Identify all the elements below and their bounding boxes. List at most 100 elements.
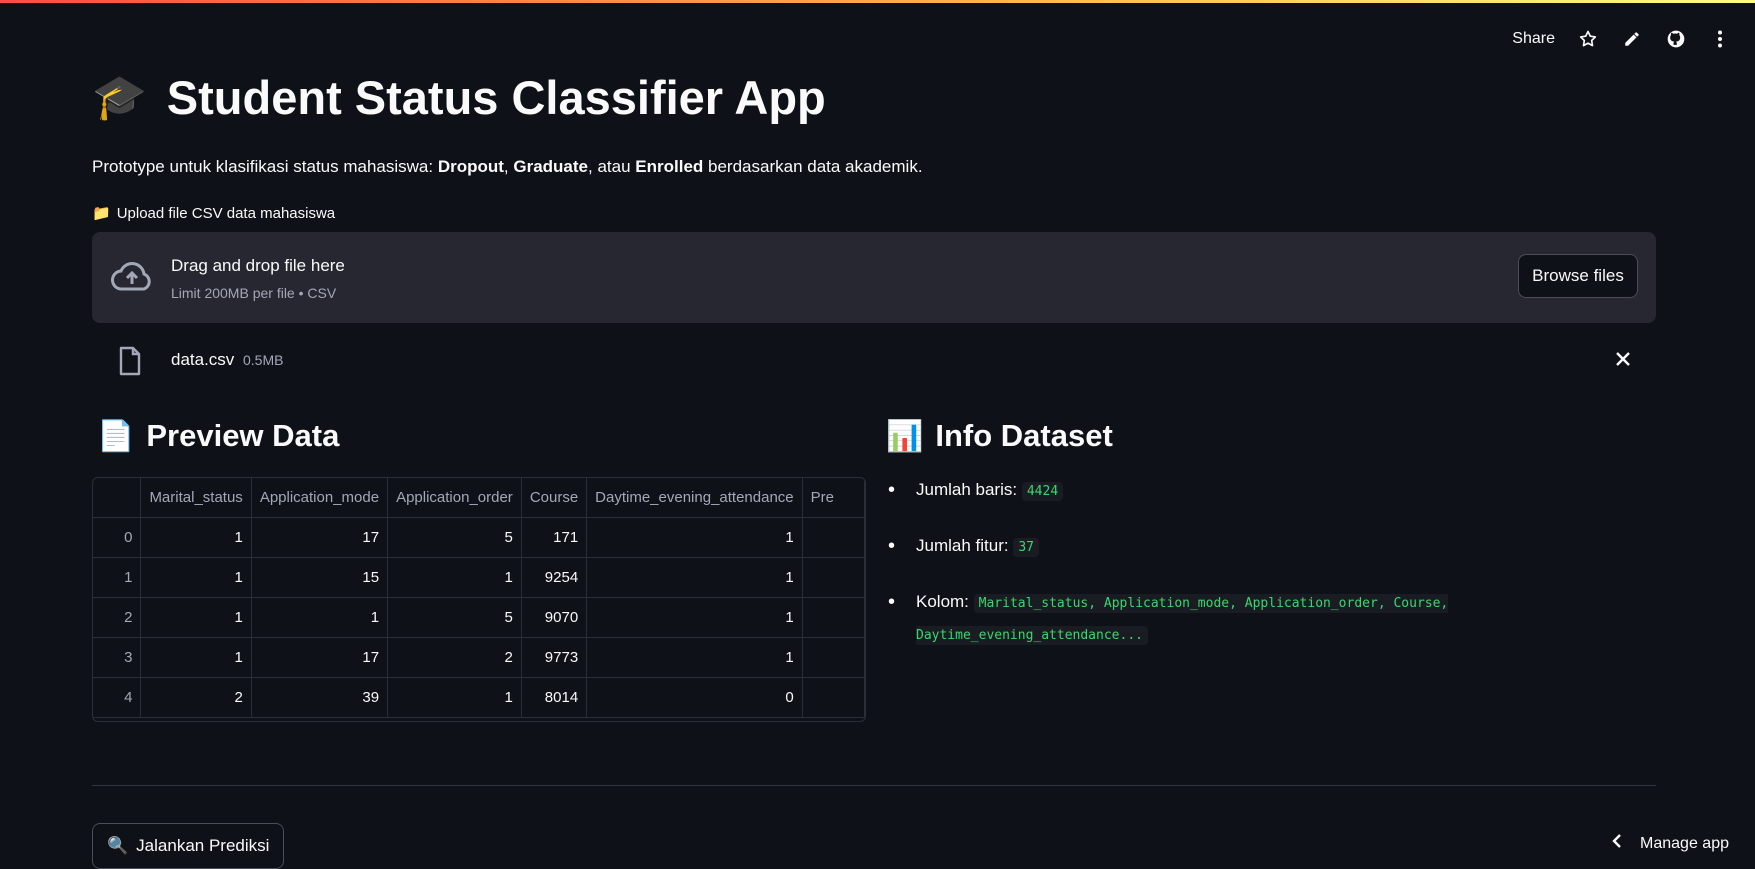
table-row: 3 1 17 2 9773 1 <box>93 637 865 678</box>
document-icon: 📄 <box>97 419 135 453</box>
search-icon: 🔍 <box>107 836 129 855</box>
table-cell[interactable]: 1 <box>140 637 252 678</box>
table-cell[interactable] <box>802 517 865 558</box>
row-index: 1 <box>93 557 142 598</box>
table-cell[interactable]: 171 <box>521 517 588 558</box>
table-cell[interactable] <box>802 557 865 598</box>
manage-app-label: Manage app <box>1640 834 1729 852</box>
table-row: 0 1 17 5 171 1 <box>93 517 865 558</box>
columns-value: Marital_status, Application_mode, Applic… <box>916 594 1449 645</box>
row-index: 3 <box>93 637 142 678</box>
rows-label: Jumlah baris: <box>916 480 1018 499</box>
description-prefix: Prototype untuk klasifikasi status mahas… <box>92 157 438 176</box>
table-header-row: Marital_status Application_mode Applicat… <box>93 478 865 518</box>
table-cell[interactable] <box>802 637 865 678</box>
table-cell[interactable]: 1 <box>140 597 252 638</box>
table-cell[interactable]: 1 <box>586 517 803 558</box>
table-cell[interactable]: 9254 <box>521 557 588 598</box>
list-item: Jumlah fitur: 37 <box>888 531 1516 563</box>
info-heading: 📊 Info Dataset <box>886 418 1113 454</box>
edit-icon[interactable] <box>1621 28 1643 50</box>
table-cell[interactable]: 1 <box>251 597 389 638</box>
description-suffix: berdasarkan data akademik. <box>703 157 923 176</box>
table-cell[interactable]: 39 <box>251 677 389 718</box>
table-row: 1 1 15 1 9254 1 <box>93 557 865 598</box>
file-size: 0.5MB <box>243 352 284 368</box>
github-icon[interactable] <box>1665 28 1687 50</box>
data-table[interactable]: Marital_status Application_mode Applicat… <box>92 477 866 722</box>
toolbar: Share <box>1512 28 1731 50</box>
columns-label: Kolom: <box>916 592 969 611</box>
column-header[interactable]: Course <box>521 478 588 518</box>
table-cell[interactable] <box>802 677 865 718</box>
file-dropzone[interactable]: Drag and drop file here Limit 200MB per … <box>92 232 1656 323</box>
table-cell[interactable]: 15 <box>251 557 389 598</box>
rows-value: 4424 <box>1021 482 1064 501</box>
table-cell[interactable]: 17 <box>251 517 389 558</box>
table-row: 4 2 39 1 8014 0 <box>93 677 865 718</box>
table-cell[interactable]: 1 <box>586 637 803 678</box>
table-cell[interactable]: 1 <box>140 557 252 598</box>
cloud-upload-icon <box>110 260 154 299</box>
manage-app-button[interactable]: Manage app <box>1612 834 1729 853</box>
column-header[interactable]: Application_mode <box>251 478 389 518</box>
column-header[interactable]: Daytime_evening_attendance <box>586 478 803 518</box>
column-header[interactable]: Marital_status <box>140 478 252 518</box>
table-cell[interactable]: 0 <box>586 677 803 718</box>
drop-text: Drag and drop file here <box>171 256 345 275</box>
table-cell[interactable]: 1 <box>586 557 803 598</box>
column-header[interactable]: Pre <box>802 478 865 518</box>
list-item: Jumlah baris: 4424 <box>888 475 1516 507</box>
info-title: Info Dataset <box>935 418 1113 453</box>
table-cell[interactable]: 9773 <box>521 637 588 678</box>
title-text: Student Status Classifier App <box>166 71 826 124</box>
file-icon <box>118 346 142 381</box>
limit-text: Limit 200MB per file • CSV <box>171 285 337 301</box>
file-name: data.csv <box>171 350 235 369</box>
table-cell[interactable]: 5 <box>387 517 522 558</box>
table-cell[interactable]: 5 <box>387 597 522 638</box>
row-index: 0 <box>93 517 142 558</box>
column-header[interactable]: Application_order <box>387 478 522 518</box>
preview-title: Preview Data <box>146 418 340 453</box>
sep: , atau <box>588 157 636 176</box>
status-dropout: Dropout <box>437 157 504 176</box>
table-cell[interactable]: 1 <box>387 557 522 598</box>
table-row: 2 1 1 5 9070 1 <box>93 597 865 638</box>
browse-files-button[interactable]: Browse files <box>1518 254 1638 298</box>
run-prediction-button[interactable]: 🔍 Jalankan Prediksi <box>92 823 285 869</box>
index-header <box>93 478 142 518</box>
preview-heading: 📄 Preview Data <box>97 418 339 454</box>
table-cell[interactable]: 8014 <box>521 677 588 718</box>
table-cell[interactable]: 2 <box>140 677 252 718</box>
folder-icon: 📁 <box>92 205 111 222</box>
table-cell[interactable]: 17 <box>251 637 389 678</box>
table-cell[interactable] <box>802 597 865 638</box>
status-enrolled: Enrolled <box>635 157 704 176</box>
row-index: 2 <box>93 597 142 638</box>
table-cell[interactable]: 2 <box>387 637 522 678</box>
run-prediction-label: Jalankan Prediksi <box>136 836 270 855</box>
divider <box>92 785 1656 786</box>
description: Prototype untuk klasifikasi status mahas… <box>92 157 923 177</box>
page-title: 🎓 Student Status Classifier App <box>92 70 826 125</box>
chart-icon: 📊 <box>886 419 924 453</box>
uploaded-file: data.csv 0.5MB <box>92 342 1656 378</box>
chevron-left-icon <box>1612 834 1622 853</box>
features-label: Jumlah fitur: <box>916 536 1009 555</box>
sep: , <box>503 157 514 176</box>
table-cell[interactable]: 1 <box>140 517 252 558</box>
table-cell[interactable]: 1 <box>387 677 522 718</box>
table-cell[interactable]: 1 <box>586 597 803 638</box>
upload-label-text: Upload file CSV data mahasiswa <box>116 204 336 222</box>
top-accent-bar <box>0 0 1755 3</box>
close-icon[interactable] <box>1614 350 1632 373</box>
table-cell[interactable]: 9070 <box>521 597 588 638</box>
row-index: 4 <box>93 677 142 718</box>
features-value: 37 <box>1013 538 1039 557</box>
share-button[interactable]: Share <box>1512 30 1555 48</box>
star-icon[interactable] <box>1577 28 1599 50</box>
graduation-cap-icon: 🎓 <box>92 72 147 122</box>
list-item: Kolom: Marital_status, Application_mode,… <box>888 587 1516 651</box>
more-menu-icon[interactable] <box>1709 28 1731 50</box>
